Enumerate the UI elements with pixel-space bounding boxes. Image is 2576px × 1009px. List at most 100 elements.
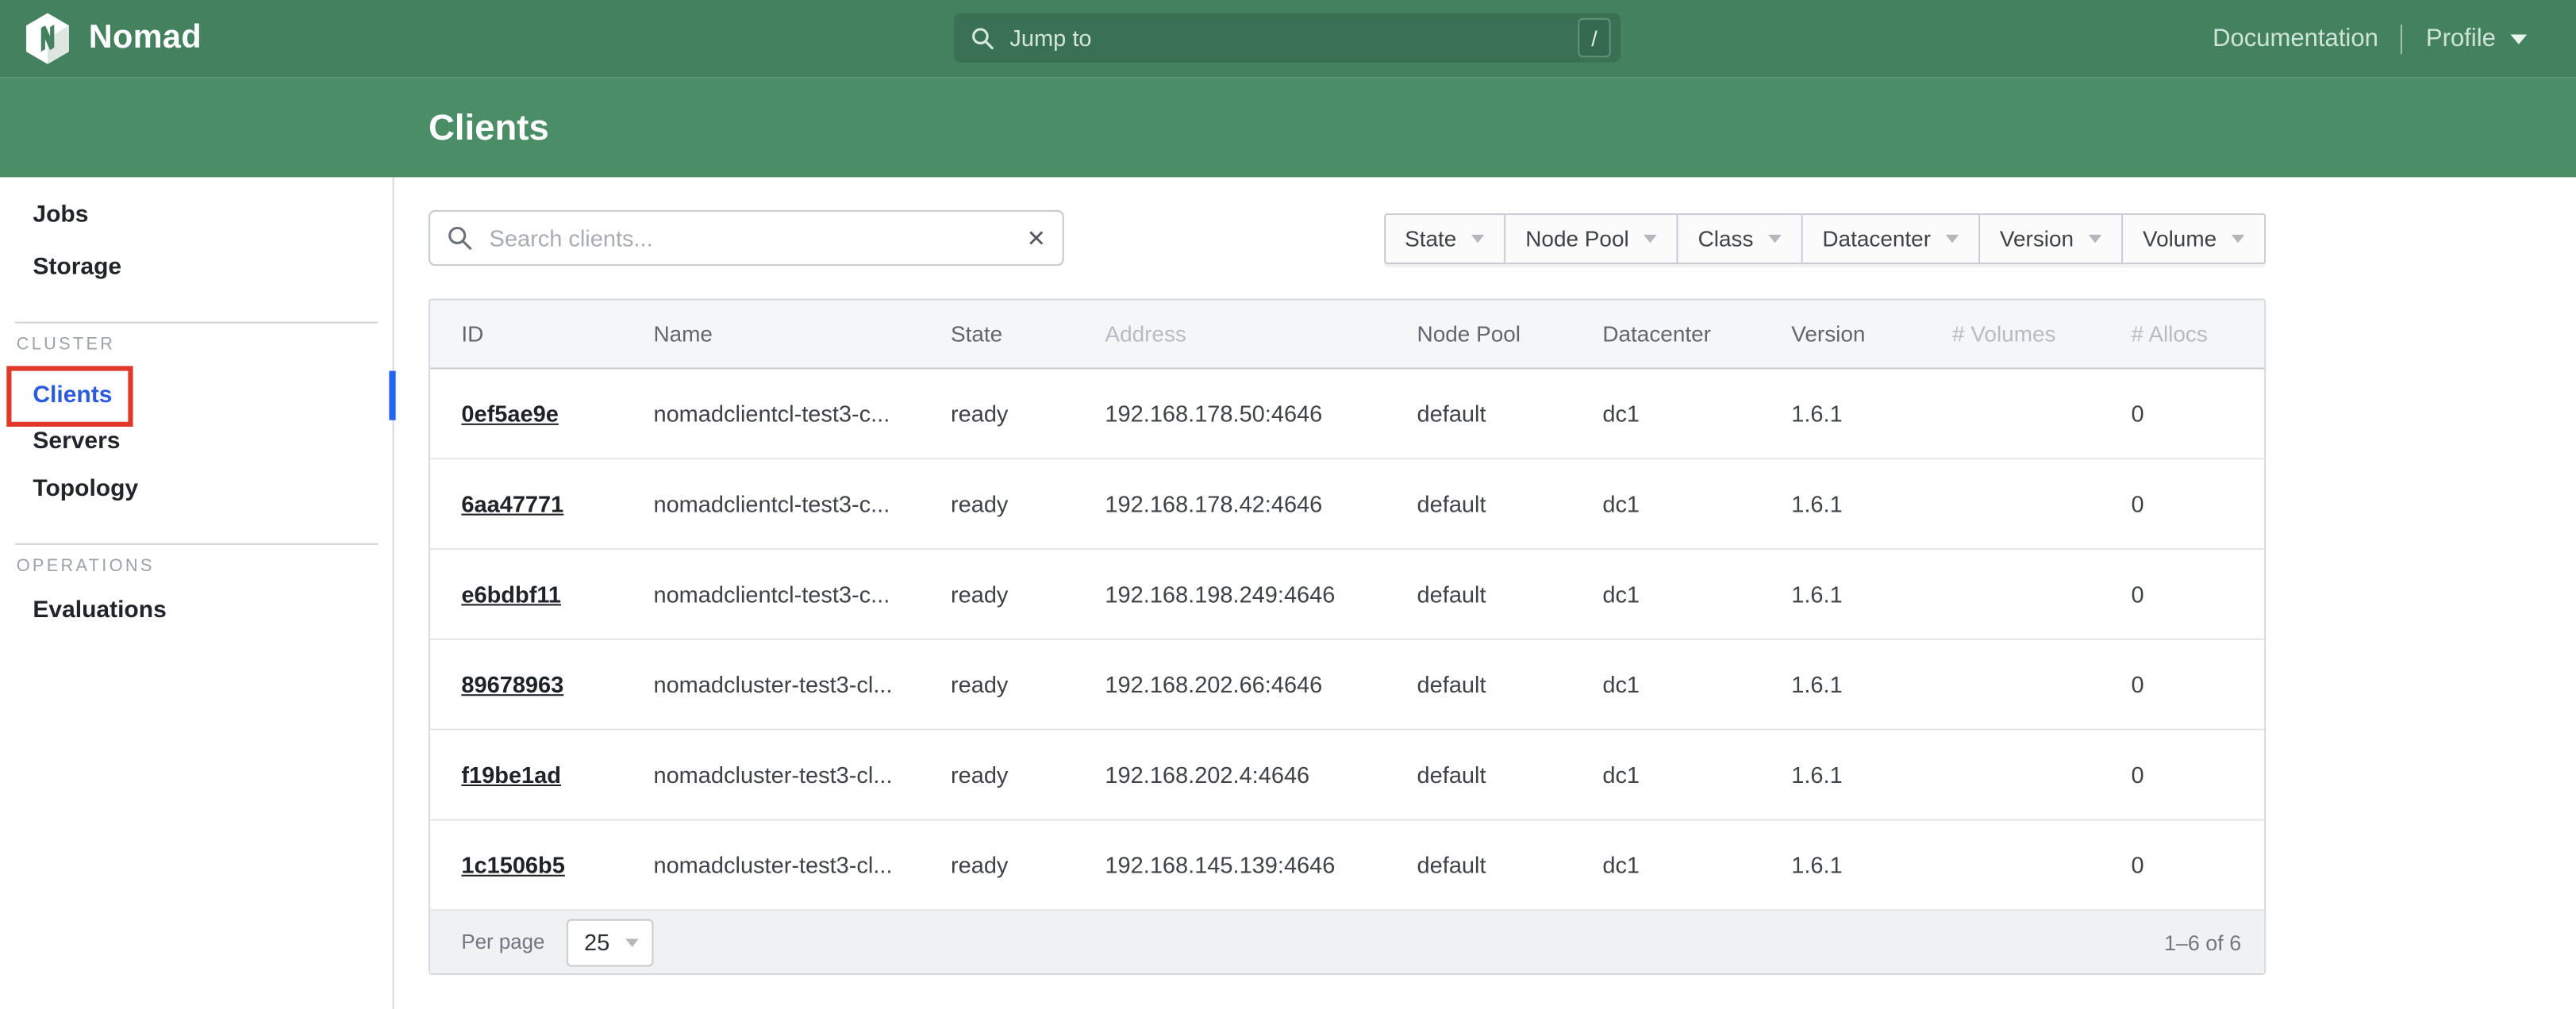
client-name: nomadcluster-test3-cl... xyxy=(622,731,919,819)
nomad-logo-icon xyxy=(23,11,72,65)
client-address: 192.168.202.4:4646 xyxy=(1074,731,1386,819)
search-clients-input[interactable] xyxy=(486,223,1026,252)
sidebar-divider xyxy=(15,322,378,324)
client-address: 192.168.178.50:4646 xyxy=(1074,370,1386,458)
client-node-pool: default xyxy=(1386,821,1571,910)
filter-volume-label: Volume xyxy=(2143,225,2217,250)
column-header-version[interactable]: Version xyxy=(1760,301,1921,368)
client-state: ready xyxy=(920,640,1074,729)
column-header-name[interactable]: Name xyxy=(622,301,919,368)
client-node-pool: default xyxy=(1386,459,1571,548)
filter-node-pool-label: Node Pool xyxy=(1525,225,1628,250)
chevron-down-icon xyxy=(2089,234,2102,242)
table-row[interactable]: 1c1506b5 nomadcluster-test3-cl... ready … xyxy=(430,821,2264,911)
client-node-pool: default xyxy=(1386,640,1571,729)
clients-table: ID Name State Address Node Pool Datacent… xyxy=(429,299,2266,975)
client-id-link[interactable]: 6aa47771 xyxy=(461,491,563,517)
brand-name: Nomad xyxy=(89,20,202,58)
top-navbar: Nomad / Documentation Profile xyxy=(0,0,2576,77)
nomad-brand[interactable]: Nomad xyxy=(0,11,202,65)
filter-volume[interactable]: Volume xyxy=(2123,213,2266,263)
client-datacenter: dc1 xyxy=(1571,550,1760,639)
jump-to-search[interactable]: / xyxy=(954,13,1621,63)
filter-class[interactable]: Class xyxy=(1678,213,1803,263)
search-clients-box[interactable]: ✕ xyxy=(429,210,1064,266)
client-allocs: 0 xyxy=(2100,640,2264,729)
client-allocs: 0 xyxy=(2100,731,2264,819)
client-name: nomadclientcl-test3-c... xyxy=(622,550,919,639)
client-volumes xyxy=(1921,550,2101,639)
column-header-id[interactable]: ID xyxy=(430,301,622,368)
client-version: 1.6.1 xyxy=(1760,731,1921,819)
client-allocs: 0 xyxy=(2100,821,2264,910)
client-state: ready xyxy=(920,821,1074,910)
profile-menu[interactable]: Profile xyxy=(2426,25,2527,52)
filter-datacenter[interactable]: Datacenter xyxy=(1803,213,1981,263)
navbar-links: Documentation Profile xyxy=(2213,24,2576,53)
table-row[interactable]: 0ef5ae9e nomadclientcl-test3-c... ready … xyxy=(430,370,2264,460)
main-panel: ✕ State Node Pool Class xyxy=(429,177,2266,975)
sidebar-section-cluster: CLUSTER xyxy=(17,335,116,355)
client-id-link[interactable]: 89678963 xyxy=(461,671,563,697)
column-header-volumes: # Volumes xyxy=(1921,301,2101,368)
filter-node-pool[interactable]: Node Pool xyxy=(1505,213,1678,263)
table-footer: Per page 25 1–6 of 6 xyxy=(430,911,2264,973)
sidebar: Jobs Storage CLUSTER Clients Servers Top… xyxy=(0,177,394,1009)
sidebar-item-topology[interactable]: Topology xyxy=(33,474,138,504)
sidebar-item-jobs[interactable]: Jobs xyxy=(33,200,88,229)
client-volumes xyxy=(1921,370,2101,458)
client-allocs: 0 xyxy=(2100,370,2264,458)
client-node-pool: default xyxy=(1386,550,1571,639)
sidebar-item-servers[interactable]: Servers xyxy=(33,427,120,456)
client-state: ready xyxy=(920,550,1074,639)
client-name: nomadclientcl-test3-c... xyxy=(622,459,919,548)
client-datacenter: dc1 xyxy=(1571,821,1760,910)
table-row[interactable]: 89678963 nomadcluster-test3-cl... ready … xyxy=(430,640,2264,731)
per-page-value: 25 xyxy=(584,929,609,955)
sidebar-item-storage[interactable]: Storage xyxy=(33,253,121,282)
client-address: 192.168.198.249:4646 xyxy=(1074,550,1386,639)
column-header-state[interactable]: State xyxy=(920,301,1074,368)
search-icon xyxy=(447,224,473,251)
column-header-node-pool[interactable]: Node Pool xyxy=(1386,301,1571,368)
profile-label: Profile xyxy=(2426,25,2496,52)
clear-search-icon[interactable]: ✕ xyxy=(1027,227,1046,250)
client-name: nomadclientcl-test3-c... xyxy=(622,370,919,458)
filter-version[interactable]: Version xyxy=(1980,213,2123,263)
client-allocs: 0 xyxy=(2100,550,2264,639)
filter-version-label: Version xyxy=(2000,225,2074,250)
per-page-select[interactable]: 25 xyxy=(566,919,653,966)
client-state: ready xyxy=(920,370,1074,458)
filter-state[interactable]: State xyxy=(1383,213,1505,263)
jump-to-input[interactable] xyxy=(1006,23,1578,52)
client-datacenter: dc1 xyxy=(1571,459,1760,548)
client-datacenter: dc1 xyxy=(1571,640,1760,729)
chevron-down-icon xyxy=(2232,234,2245,242)
sidebar-item-evaluations[interactable]: Evaluations xyxy=(33,596,166,625)
slash-shortcut-badge: / xyxy=(1578,18,1610,58)
client-datacenter: dc1 xyxy=(1571,370,1760,458)
client-version: 1.6.1 xyxy=(1760,370,1921,458)
chevron-down-icon xyxy=(1946,234,1959,242)
client-state: ready xyxy=(920,459,1074,548)
sidebar-item-clients[interactable]: Clients xyxy=(33,381,112,410)
client-id-link[interactable]: 0ef5ae9e xyxy=(461,401,558,427)
table-row[interactable]: f19be1ad nomadcluster-test3-cl... ready … xyxy=(430,731,2264,821)
table-row[interactable]: e6bdbf11 nomadclientcl-test3-c... ready … xyxy=(430,550,2264,640)
table-header-row: ID Name State Address Node Pool Datacent… xyxy=(430,301,2264,370)
documentation-link[interactable]: Documentation xyxy=(2213,25,2378,52)
client-volumes xyxy=(1921,821,2101,910)
filter-datacenter-label: Datacenter xyxy=(1822,225,1931,250)
client-id-link[interactable]: e6bdbf11 xyxy=(461,581,561,607)
client-id-link[interactable]: f19be1ad xyxy=(461,762,561,788)
page-title: Clients xyxy=(429,106,549,148)
client-volumes xyxy=(1921,459,2101,548)
column-header-datacenter[interactable]: Datacenter xyxy=(1571,301,1760,368)
table-row[interactable]: 6aa47771 nomadclientcl-test3-c... ready … xyxy=(430,459,2264,550)
chevron-down-icon xyxy=(625,938,639,946)
search-icon xyxy=(971,25,995,50)
client-version: 1.6.1 xyxy=(1760,550,1921,639)
client-id-link[interactable]: 1c1506b5 xyxy=(461,852,564,878)
client-address: 192.168.145.139:4646 xyxy=(1074,821,1386,910)
client-name: nomadcluster-test3-cl... xyxy=(622,640,919,729)
